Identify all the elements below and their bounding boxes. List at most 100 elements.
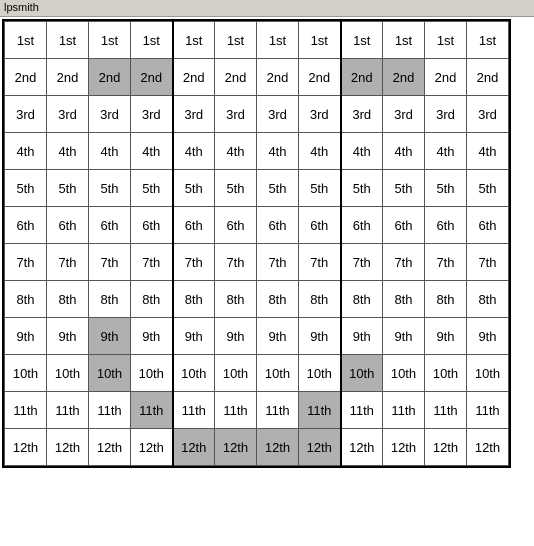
table-cell: 4th	[383, 133, 425, 170]
table-cell: 6th	[299, 207, 341, 244]
title-bar: lpsmith	[0, 0, 534, 17]
table-cell: 2nd	[299, 59, 341, 96]
table-cell: 4th	[47, 133, 89, 170]
table-cell: 8th	[5, 281, 47, 318]
table-cell: 6th	[425, 207, 467, 244]
table-cell: 1st	[341, 22, 383, 59]
table-cell: 10th	[47, 355, 89, 392]
table-cell: 4th	[173, 133, 215, 170]
table-cell: 10th	[383, 355, 425, 392]
table-cell: 5th	[257, 170, 299, 207]
table-cell: 4th	[131, 133, 173, 170]
table-cell: 3rd	[383, 96, 425, 133]
table-cell: 8th	[257, 281, 299, 318]
table-cell: 3rd	[257, 96, 299, 133]
table-cell: 12th	[173, 429, 215, 466]
table-cell: 12th	[383, 429, 425, 466]
table-cell: 3rd	[131, 96, 173, 133]
table-cell: 2nd	[425, 59, 467, 96]
table-cell: 12th	[425, 429, 467, 466]
table-cell: 5th	[5, 170, 47, 207]
table-cell: 8th	[467, 281, 509, 318]
table-cell: 8th	[383, 281, 425, 318]
table-cell: 10th	[215, 355, 257, 392]
table-cell: 5th	[341, 170, 383, 207]
table-cell: 9th	[47, 318, 89, 355]
table-cell: 12th	[299, 429, 341, 466]
table-cell: 8th	[89, 281, 131, 318]
table-cell: 11th	[383, 392, 425, 429]
table-cell: 3rd	[89, 96, 131, 133]
table-cell: 3rd	[215, 96, 257, 133]
table-cell: 2nd	[467, 59, 509, 96]
table-cell: 8th	[47, 281, 89, 318]
table-cell: 9th	[341, 318, 383, 355]
table-cell: 6th	[89, 207, 131, 244]
table-cell: 6th	[383, 207, 425, 244]
table-cell: 4th	[5, 133, 47, 170]
table-cell: 2nd	[257, 59, 299, 96]
table-cell: 11th	[5, 392, 47, 429]
table-cell: 3rd	[47, 96, 89, 133]
table-cell: 12th	[467, 429, 509, 466]
table-cell: 10th	[425, 355, 467, 392]
table-cell: 5th	[383, 170, 425, 207]
table-cell: 7th	[299, 244, 341, 281]
table-cell: 7th	[215, 244, 257, 281]
table-cell: 6th	[173, 207, 215, 244]
table-cell: 9th	[257, 318, 299, 355]
table-cell: 10th	[257, 355, 299, 392]
table-cell: 10th	[89, 355, 131, 392]
table-cell: 4th	[215, 133, 257, 170]
table-cell: 9th	[89, 318, 131, 355]
table-cell: 7th	[89, 244, 131, 281]
table-cell: 5th	[425, 170, 467, 207]
table-cell: 1st	[215, 22, 257, 59]
table-cell: 2nd	[89, 59, 131, 96]
table-cell: 7th	[467, 244, 509, 281]
table-cell: 1st	[173, 22, 215, 59]
table-cell: 6th	[341, 207, 383, 244]
table-cell: 11th	[173, 392, 215, 429]
table-cell: 2nd	[131, 59, 173, 96]
table-cell: 11th	[257, 392, 299, 429]
table-cell: 7th	[131, 244, 173, 281]
app-title: lpsmith	[4, 2, 39, 14]
table-cell: 5th	[467, 170, 509, 207]
table-cell: 8th	[299, 281, 341, 318]
table-cell: 9th	[215, 318, 257, 355]
table-cell: 3rd	[467, 96, 509, 133]
table-cell: 11th	[131, 392, 173, 429]
table-cell: 11th	[89, 392, 131, 429]
table-cell: 1st	[47, 22, 89, 59]
main-table: 1st1st1st1st1st1st1st1st1st1st1st1st2nd2…	[4, 21, 509, 466]
table-cell: 7th	[47, 244, 89, 281]
table-cell: 6th	[5, 207, 47, 244]
table-cell: 12th	[257, 429, 299, 466]
table-cell: 3rd	[5, 96, 47, 133]
table-cell: 5th	[89, 170, 131, 207]
table-cell: 1st	[425, 22, 467, 59]
table-cell: 12th	[215, 429, 257, 466]
table-cell: 11th	[47, 392, 89, 429]
grid-container: 1st1st1st1st1st1st1st1st1st1st1st1st2nd2…	[2, 19, 511, 468]
table-cell: 10th	[341, 355, 383, 392]
table-cell: 3rd	[173, 96, 215, 133]
table-cell: 1st	[257, 22, 299, 59]
table-cell: 12th	[131, 429, 173, 466]
table-cell: 1st	[5, 22, 47, 59]
table-cell: 2nd	[173, 59, 215, 96]
table-cell: 7th	[173, 244, 215, 281]
table-cell: 6th	[215, 207, 257, 244]
table-cell: 9th	[173, 318, 215, 355]
table-cell: 5th	[131, 170, 173, 207]
table-cell: 6th	[467, 207, 509, 244]
table-cell: 9th	[131, 318, 173, 355]
table-cell: 12th	[89, 429, 131, 466]
table-cell: 10th	[5, 355, 47, 392]
table-cell: 11th	[341, 392, 383, 429]
table-cell: 6th	[257, 207, 299, 244]
table-cell: 10th	[173, 355, 215, 392]
table-cell: 10th	[467, 355, 509, 392]
table-cell: 8th	[131, 281, 173, 318]
